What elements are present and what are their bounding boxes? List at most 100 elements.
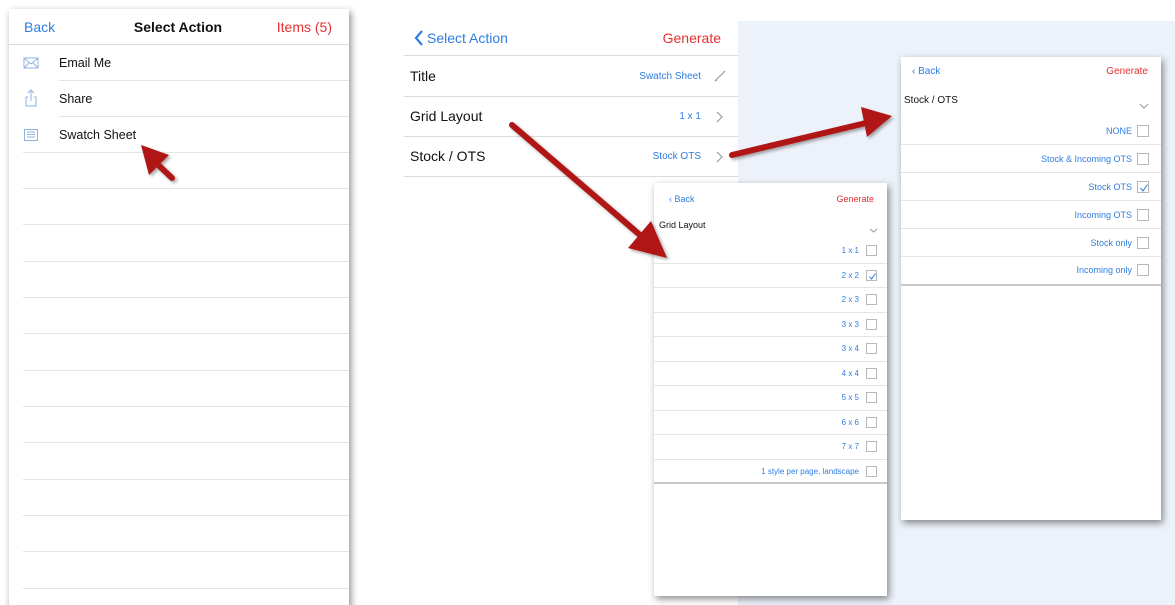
stock-option[interactable]: Stock & Incoming OTS <box>901 145 1161 173</box>
action-label: Swatch Sheet <box>59 128 137 142</box>
grid-option[interactable]: 3 x 3 <box>654 313 887 337</box>
option-label: 7 x 7 <box>841 442 859 451</box>
setting-value: 1 x 1 <box>679 111 701 122</box>
section-label: Stock / OTS <box>904 95 958 106</box>
stock-option[interactable]: Stock OTS <box>901 173 1161 201</box>
section-header[interactable]: Grid Layout <box>654 215 887 235</box>
action-row-swatch-sheet[interactable]: Swatch Sheet <box>9 117 349 153</box>
stock-option[interactable]: NONE <box>901 117 1161 145</box>
option-label: NONE <box>1105 126 1132 136</box>
checkbox[interactable] <box>866 465 877 477</box>
divider <box>23 188 349 189</box>
setting-value: Swatch Sheet <box>639 71 701 82</box>
grid-option[interactable]: 2 x 3 <box>654 288 887 313</box>
divider <box>23 370 349 371</box>
checkbox[interactable] <box>866 318 877 330</box>
setting-row-grid-layout[interactable]: Grid Layout 1 x 1 <box>404 97 738 137</box>
checkbox[interactable] <box>1137 153 1149 165</box>
divider <box>23 406 349 407</box>
setting-value: Stock OTS <box>652 151 701 162</box>
checkmark-icon <box>1140 184 1148 192</box>
chevron-left-icon <box>414 30 423 46</box>
divider <box>23 588 349 589</box>
chevron-down-icon <box>869 221 878 233</box>
grid-option[interactable]: 7 x 7 <box>654 435 887 460</box>
setting-row-title[interactable]: Title Swatch Sheet <box>404 57 738 97</box>
option-label: 5 x 5 <box>841 393 859 402</box>
option-label: 2 x 2 <box>841 270 859 280</box>
setting-label: Stock / OTS <box>410 148 486 164</box>
action-label: Share <box>59 92 93 106</box>
section-header[interactable]: Stock / OTS <box>901 90 1161 112</box>
divider <box>23 479 349 480</box>
grid-option[interactable]: 3 x 4 <box>654 337 887 362</box>
grid-option[interactable]: 1 x 1 <box>654 239 887 264</box>
grid-option[interactable]: 6 x 6 <box>654 411 887 435</box>
nav-bar: Select Action Generate <box>404 21 738 56</box>
checkbox[interactable] <box>866 294 877 305</box>
chevron-right-icon <box>714 110 724 124</box>
grid-option[interactable]: 2 x 2 <box>654 264 887 288</box>
divider <box>23 551 349 552</box>
checkbox[interactable] <box>1137 264 1149 276</box>
stock-ots-panel: ‹ Back Generate Stock / OTS NONE Stock &… <box>901 57 1161 520</box>
option-label: Stock OTS <box>1088 182 1132 192</box>
checkbox[interactable] <box>1137 125 1149 137</box>
setting-row-stock-ots[interactable]: Stock / OTS Stock OTS <box>404 137 738 177</box>
option-label: 6 x 6 <box>841 417 859 427</box>
checkbox[interactable] <box>866 245 877 256</box>
option-label: 1 style per page, landscape <box>761 466 859 476</box>
back-button[interactable]: ‹ Back <box>669 194 695 204</box>
divider <box>23 261 349 262</box>
option-label: 4 x 4 <box>841 368 859 378</box>
option-label: 2 x 3 <box>841 295 859 304</box>
grid-option[interactable]: 4 x 4 <box>654 362 887 386</box>
setting-label: Title <box>410 68 436 84</box>
chevron-down-icon <box>1139 97 1149 109</box>
generate-button[interactable]: Generate <box>1106 66 1148 77</box>
stock-option[interactable]: Incoming OTS <box>901 201 1161 229</box>
grid-option[interactable]: 1 style per page, landscape <box>654 460 887 484</box>
checkbox[interactable] <box>866 416 877 428</box>
grid-layout-panel: ‹ Back Generate Grid Layout 1 x 1 2 x 2 … <box>654 183 887 596</box>
option-label: Stock & Incoming OTS <box>1040 154 1132 164</box>
stock-option[interactable]: Incoming only <box>901 256 1161 284</box>
option-label: 1 x 1 <box>841 246 859 255</box>
checkbox[interactable] <box>866 441 877 452</box>
setting-label: Grid Layout <box>410 108 483 124</box>
select-action-panel: Back Select Action Items (5) Email Me Sh… <box>9 9 349 605</box>
divider <box>23 333 349 334</box>
checkbox-checked[interactable] <box>1137 181 1149 193</box>
share-icon <box>23 89 39 107</box>
pencil-icon[interactable] <box>713 69 727 83</box>
divider <box>23 442 349 443</box>
divider <box>23 152 349 153</box>
divider <box>59 80 349 81</box>
divider <box>23 224 349 225</box>
back-button[interactable]: Select Action <box>414 30 508 49</box>
back-label: Select Action <box>427 30 508 46</box>
action-label: Email Me <box>59 56 112 70</box>
checkbox[interactable] <box>866 343 877 354</box>
option-label: Incoming OTS <box>1074 210 1132 220</box>
divider <box>23 515 349 516</box>
grid-option[interactable]: 5 x 5 <box>654 386 887 411</box>
divider <box>59 116 349 117</box>
back-button[interactable]: ‹ Back <box>912 66 940 77</box>
action-row-share[interactable]: Share <box>9 81 349 117</box>
divider <box>901 284 1161 286</box>
checkbox[interactable] <box>866 367 877 379</box>
generate-button[interactable]: Generate <box>663 30 721 46</box>
option-label: Stock only <box>1090 238 1132 248</box>
chevron-right-icon <box>714 150 724 164</box>
section-label: Grid Layout <box>659 220 706 230</box>
generate-button[interactable]: Generate <box>836 194 874 204</box>
checkbox-checked[interactable] <box>866 269 877 281</box>
checkbox[interactable] <box>1137 209 1149 221</box>
envelope-icon <box>23 56 39 70</box>
checkbox[interactable] <box>1137 237 1149 249</box>
stock-option[interactable]: Stock only <box>901 229 1161 257</box>
items-button[interactable]: Items (5) <box>277 19 332 35</box>
action-row-email-me[interactable]: Email Me <box>9 45 349 81</box>
checkbox[interactable] <box>866 392 877 403</box>
